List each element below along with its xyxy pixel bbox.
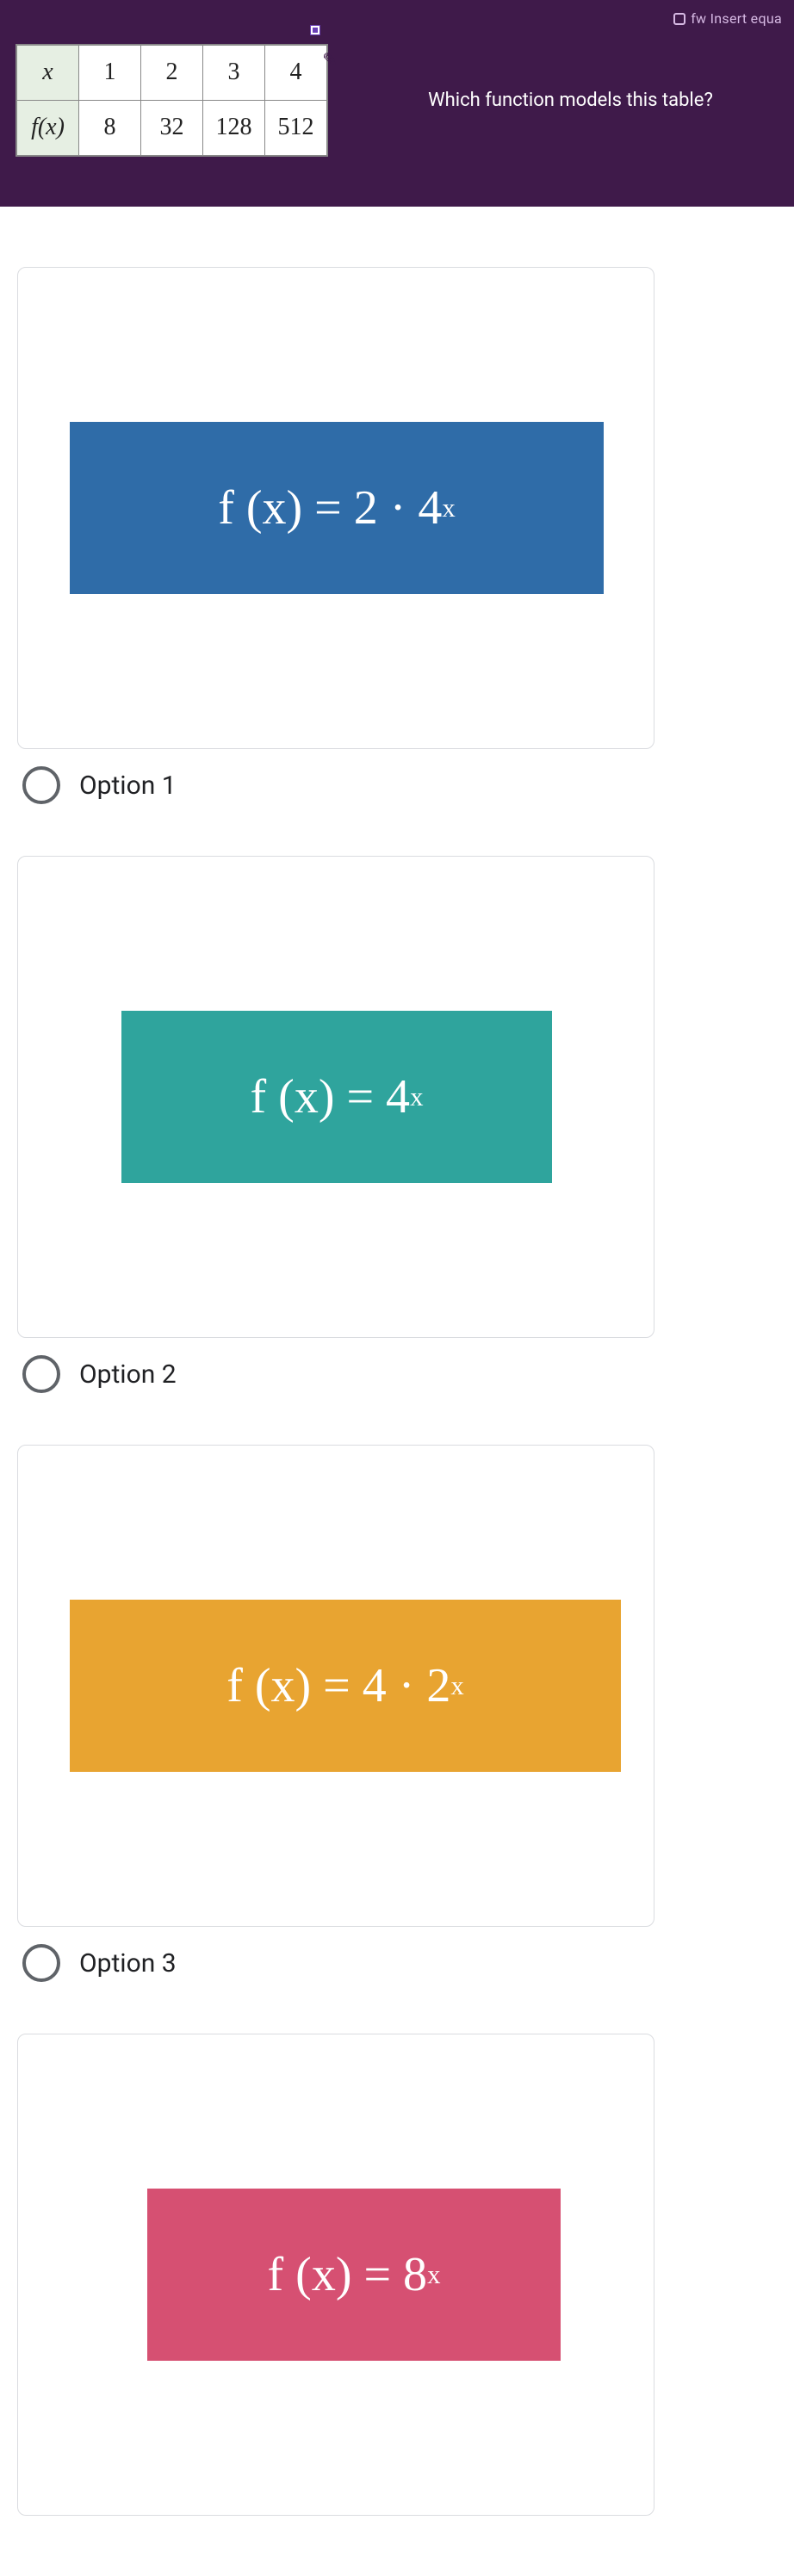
option-label: Option 2 <box>79 1359 177 1390</box>
selection-handle-icon[interactable] <box>311 26 319 34</box>
edit-pencil-icon[interactable]: ✎ <box>322 50 338 71</box>
radio-icon <box>22 766 60 804</box>
table-cell: 32 <box>141 100 203 155</box>
table-cell: 3 <box>203 45 265 100</box>
option-label: Option 3 <box>79 1948 177 1978</box>
formula-tile-1: f (x) = 2 · 4x <box>70 422 604 594</box>
table-cell: 128 <box>203 100 265 155</box>
table-header-x: x <box>17 45 79 100</box>
formula-tile-3: f (x) = 4 · 2x <box>70 1600 621 1772</box>
formula-tile-2: f (x) = 4x <box>121 1011 552 1183</box>
option-label: Option 1 <box>79 771 177 801</box>
formula-tile-4: f (x) = 8x <box>147 2189 561 2361</box>
option-radio-2[interactable]: Option 2 <box>22 1355 777 1393</box>
question-header: ✎ fw Insert equa x 1 2 3 4 f(x) 8 32 128… <box>0 0 794 207</box>
options-list: f (x) = 2 · 4x Option 1 f (x) = 4x Optio… <box>0 207 794 2576</box>
option-radio-3[interactable]: Option 3 <box>22 1944 777 1982</box>
table-cell: 2 <box>141 45 203 100</box>
option-card-1: f (x) = 2 · 4x <box>17 267 654 749</box>
table-header-fx: f(x) <box>17 100 79 155</box>
table-cell: 512 <box>265 100 327 155</box>
data-table: x 1 2 3 4 f(x) 8 32 128 512 <box>16 44 328 157</box>
radio-icon <box>22 1944 60 1982</box>
table-cell: 1 <box>79 45 141 100</box>
question-prompt: Which function models this table? <box>363 90 778 111</box>
table-cell: 8 <box>79 100 141 155</box>
option-card-2: f (x) = 4x <box>17 856 654 1338</box>
table-row: x 1 2 3 4 <box>17 45 327 100</box>
option-card-3: f (x) = 4 · 2x <box>17 1445 654 1927</box>
radio-icon <box>22 1355 60 1393</box>
insert-equation-hint: fw Insert equa <box>673 10 782 27</box>
table-row: f(x) 8 32 128 512 <box>17 100 327 155</box>
table-cell: 4 <box>265 45 327 100</box>
option-radio-1[interactable]: Option 1 <box>22 766 777 804</box>
option-card-4: f (x) = 8x <box>17 2034 654 2516</box>
insert-icon <box>673 13 685 25</box>
